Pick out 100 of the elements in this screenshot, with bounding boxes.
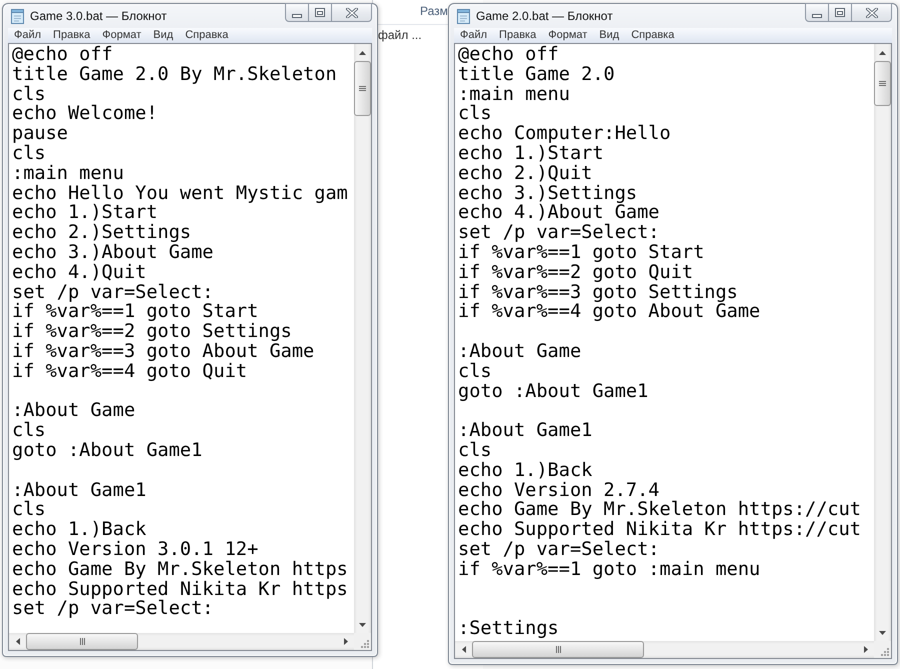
code-line: @echo off xyxy=(458,45,559,65)
close-icon xyxy=(346,8,358,18)
code-line: echo Hello You went Mystic gam xyxy=(12,184,348,204)
menu-item[interactable]: Файл xyxy=(8,28,48,43)
resize-grip-icon[interactable] xyxy=(361,640,369,648)
code-line: echo 1.)Back xyxy=(12,520,146,540)
notepad-icon xyxy=(11,9,24,24)
menu-item[interactable]: Правка xyxy=(493,28,542,43)
code-line: :Settings xyxy=(458,619,559,639)
column-header[interactable]: Разм xyxy=(420,4,448,18)
maximize-icon xyxy=(835,8,845,17)
scrollbar-thumb[interactable] xyxy=(354,61,371,116)
code-line: :About Game xyxy=(458,342,582,362)
minimize-icon xyxy=(812,14,822,18)
grip-lines-icon xyxy=(879,81,886,86)
close-icon xyxy=(866,8,878,18)
code-line: echo 1.)Start xyxy=(458,144,604,164)
maximize-icon xyxy=(315,8,325,17)
code-line: echo Version 2.7.4 xyxy=(458,480,660,500)
code-line: :About Game1 xyxy=(458,421,592,441)
code-line: echo 3.)About Game xyxy=(12,242,214,263)
scrollbar-thumb[interactable] xyxy=(26,633,138,650)
menu-item[interactable]: Файл xyxy=(454,28,494,43)
code-line: if %var%==3 goto About Game xyxy=(12,342,314,362)
code-line: echo Game By Mr.Skeleton https xyxy=(12,560,348,580)
window-title: Game 3.0.bat — Блокнот xyxy=(30,9,167,24)
code-line: cls xyxy=(458,440,492,461)
code-line: :About Game xyxy=(12,401,136,422)
vertical-scrollbar[interactable] xyxy=(874,44,891,641)
code-line: cls xyxy=(12,144,46,164)
code-line: echo Game By Mr.Skeleton https://cut xyxy=(458,500,861,520)
menu-item[interactable]: Правка xyxy=(47,28,96,43)
code-line: echo Supported Nikita Kr https://cut xyxy=(458,520,861,540)
code-line: set /p var=Select: xyxy=(12,599,214,620)
maximize-button[interactable] xyxy=(309,3,332,22)
code-line: echo 1.)Start xyxy=(12,203,158,224)
menu-item[interactable]: Справка xyxy=(625,28,680,43)
scroll-right-arrow-icon[interactable] xyxy=(864,646,868,653)
code-line: echo Supported Nikita Kr https xyxy=(12,580,348,600)
close-button[interactable] xyxy=(852,3,892,22)
scrollbar-thumb[interactable] xyxy=(472,641,644,658)
code-line: echo Computer:Hello xyxy=(458,124,671,144)
code-line: if %var%==1 goto :main menu xyxy=(458,560,760,580)
code-line: echo 4.)About Game xyxy=(458,203,660,224)
code-line: echo 3.)Settings xyxy=(458,184,638,204)
maximize-button[interactable] xyxy=(829,3,852,22)
code-line: cls xyxy=(12,421,46,441)
notepad-icon xyxy=(457,9,470,24)
menu-item[interactable]: Вид xyxy=(147,28,180,43)
menu-item[interactable]: Формат xyxy=(542,28,594,43)
code-line: if %var%==2 goto Quit xyxy=(458,262,694,283)
code-line: if %var%==4 goto Quit xyxy=(12,362,248,382)
scroll-down-arrow-icon[interactable] xyxy=(359,622,366,626)
code-line: if %var%==1 goto Start xyxy=(12,302,258,322)
menu-item[interactable]: Справка xyxy=(179,28,234,43)
minimize-button[interactable] xyxy=(285,3,309,22)
code-line: if %var%==1 goto Start xyxy=(458,242,704,263)
horizontal-scrollbar[interactable] xyxy=(455,641,874,658)
code-line: title Game 2.0 By Mr.Skeleton xyxy=(12,64,337,85)
code-line: echo 4.)Quit xyxy=(12,262,146,283)
code-line: cls xyxy=(12,500,46,520)
vertical-scrollbar[interactable] xyxy=(354,44,371,633)
code-line: cls xyxy=(12,84,46,104)
horizontal-scrollbar[interactable] xyxy=(9,633,354,650)
grip-lines-icon xyxy=(556,646,560,653)
code-line: echo Version 3.0.1 12+ xyxy=(12,540,258,560)
code-line: if %var%==4 goto About Game xyxy=(458,302,760,322)
window-title: Game 2.0.bat — Блокнот xyxy=(476,9,613,24)
scroll-up-arrow-icon[interactable] xyxy=(879,50,886,54)
code-line: echo 2.)Quit xyxy=(458,164,592,184)
resize-grip-icon[interactable] xyxy=(881,648,889,656)
scroll-left-arrow-icon[interactable] xyxy=(16,638,20,645)
minimize-button[interactable] xyxy=(805,3,829,22)
scroll-left-arrow-icon[interactable] xyxy=(462,646,466,653)
code-line: :main menu xyxy=(12,164,124,184)
scroll-up-arrow-icon[interactable] xyxy=(359,50,366,54)
code-line: cls xyxy=(458,362,492,382)
grip-lines-icon xyxy=(359,86,366,91)
code-line: if %var%==3 goto Settings xyxy=(458,282,738,302)
close-button[interactable] xyxy=(332,3,372,22)
minimize-icon xyxy=(292,14,302,18)
code-line: echo 2.)Settings xyxy=(12,223,192,243)
grip-lines-icon xyxy=(80,638,84,645)
code-line: set /p var=Select: xyxy=(12,282,214,302)
menu-item[interactable]: Формат xyxy=(96,28,148,43)
scroll-down-arrow-icon[interactable] xyxy=(879,630,886,634)
file-type-text: файл ... xyxy=(378,28,422,42)
code-line: @echo off xyxy=(12,45,113,65)
code-line: pause xyxy=(12,124,68,144)
code-line: title Game 2.0 xyxy=(458,64,615,85)
code-line: goto :About Game1 xyxy=(458,382,648,402)
code-line: goto :About Game1 xyxy=(12,440,202,461)
code-line: cls xyxy=(458,104,492,124)
code-line: set /p var=Select: xyxy=(458,540,660,560)
menu-item[interactable]: Вид xyxy=(593,28,626,43)
scroll-right-arrow-icon[interactable] xyxy=(344,638,348,645)
code-line: if %var%==2 goto Settings xyxy=(12,322,292,342)
code-line: :About Game1 xyxy=(12,480,146,500)
scrollbar-thumb[interactable] xyxy=(874,61,891,106)
code-line: set /p var=Select: xyxy=(458,223,660,243)
